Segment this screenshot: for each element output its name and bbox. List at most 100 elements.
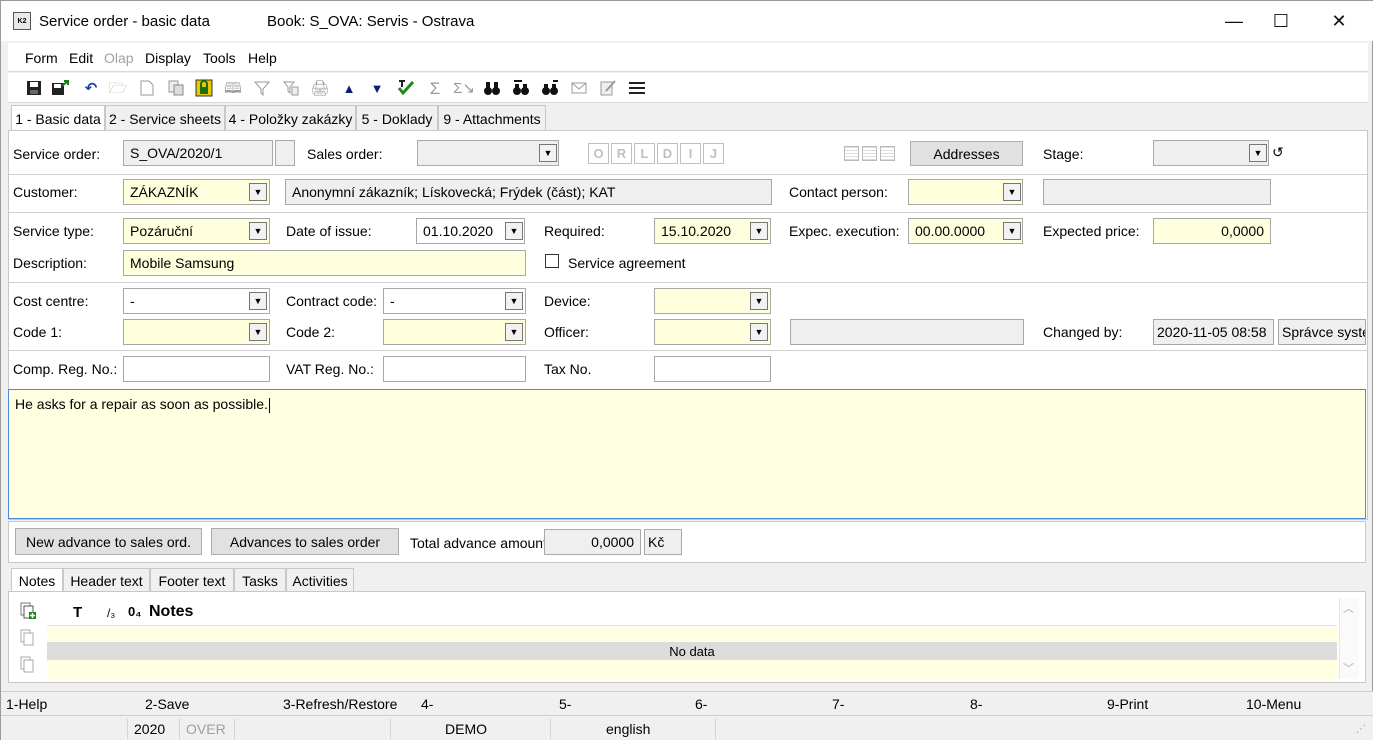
col-notes-header[interactable]: Notes — [149, 603, 193, 621]
code1-label: Code 1: — [13, 324, 63, 340]
history-icon[interactable]: ↺ — [1272, 144, 1284, 161]
tab-header-text[interactable]: Header text — [63, 568, 150, 592]
expec-execution-dropdown[interactable]: ▼ — [1003, 222, 1021, 240]
description-label: Description: — [13, 255, 87, 271]
find-next-icon[interactable] — [511, 78, 531, 98]
code2-dropdown[interactable]: ▼ — [505, 323, 523, 341]
scroll-up-icon[interactable]: ︿ — [1343, 600, 1354, 616]
changed-by-label: Changed by: — [1043, 324, 1123, 340]
save-icon[interactable] — [24, 78, 44, 98]
tab-notes[interactable]: Notes — [11, 568, 63, 593]
status-empty — [235, 719, 391, 739]
sales-order-dropdown[interactable]: ▼ — [539, 144, 557, 162]
fkey-8[interactable]: 8- — [970, 696, 982, 712]
tab-attachments[interactable]: 9 - Attachments — [438, 105, 546, 131]
contract-code-dropdown[interactable]: ▼ — [505, 292, 523, 310]
undo-icon[interactable]: ↶ — [81, 78, 101, 98]
lock-icon[interactable] — [194, 78, 214, 98]
notes-textarea[interactable]: He asks for a repair as soon as possible… — [8, 389, 1366, 519]
fkey-4[interactable]: 4- — [421, 696, 433, 712]
fkey-help[interactable]: 1-Help — [6, 696, 47, 712]
cost-centre-field[interactable]: - — [123, 288, 270, 314]
tab-tasks[interactable]: Tasks — [234, 568, 286, 592]
arrow-down-icon[interactable]: ▼ — [367, 78, 387, 98]
resize-grip-icon[interactable]: ⋰ — [1356, 724, 1366, 735]
sales-order-field[interactable] — [417, 140, 559, 166]
fkey-print[interactable]: 9-Print — [1107, 696, 1148, 712]
add-note-icon[interactable] — [20, 602, 36, 620]
advances-to-sales-order-button[interactable]: Advances to sales order — [211, 528, 399, 555]
date-of-issue-dropdown[interactable]: ▼ — [505, 222, 523, 240]
stage-dropdown[interactable]: ▼ — [1249, 144, 1267, 162]
menu-olap: Olap — [104, 50, 134, 66]
vat-reg-field[interactable] — [383, 356, 526, 382]
fkey-6[interactable]: 6- — [695, 696, 707, 712]
service-type-dropdown[interactable]: ▼ — [249, 222, 267, 240]
menu-tools[interactable]: Tools — [203, 50, 236, 66]
cost-centre-dropdown[interactable]: ▼ — [249, 292, 267, 310]
save-export-icon[interactable] — [50, 78, 70, 98]
service-agreement-checkbox[interactable] — [545, 254, 559, 268]
stage-label: Stage: — [1043, 146, 1084, 162]
maximize-button[interactable]: ☐ — [1258, 1, 1304, 41]
close-button[interactable]: ✕ — [1316, 1, 1362, 41]
address-doc-icon — [880, 146, 895, 161]
tab-footer-text[interactable]: Footer text — [150, 568, 234, 592]
status-empty — [1, 719, 128, 739]
fkey-menu[interactable]: 10-Menu — [1246, 696, 1301, 712]
tab-activities[interactable]: Activities — [286, 568, 354, 592]
status-db: DEMO — [391, 719, 551, 739]
find-replace-icon[interactable] — [540, 78, 560, 98]
customer-dropdown[interactable]: ▼ — [249, 183, 267, 201]
tax-no-label: Tax No. — [544, 361, 592, 377]
device-label: Device: — [544, 293, 591, 309]
device-dropdown[interactable]: ▼ — [750, 292, 768, 310]
filter-doc-icon — [281, 78, 301, 98]
menu-form[interactable]: Form — [25, 50, 58, 66]
required-dropdown[interactable]: ▼ — [750, 222, 768, 240]
new-advance-button[interactable]: New advance to sales ord. — [15, 528, 202, 555]
code1-field[interactable] — [123, 319, 270, 345]
comp-reg-field[interactable] — [123, 356, 270, 382]
tab-doklady[interactable]: 5 - Doklady — [356, 105, 438, 131]
total-advance-value: 0,0000 — [544, 529, 641, 555]
divider — [9, 282, 1367, 283]
fkey-refresh[interactable]: 3-Refresh/Restore — [283, 696, 397, 712]
scroll-down-icon[interactable]: ﹀ — [1343, 660, 1354, 676]
tab-service-sheets[interactable]: 2 - Service sheets — [105, 105, 225, 131]
arrow-up-icon[interactable]: ▲ — [339, 78, 359, 98]
copy-icon — [166, 78, 186, 98]
fkey-5[interactable]: 5- — [559, 696, 571, 712]
menu-help[interactable]: Help — [248, 50, 277, 66]
tab-polozky-zakazky[interactable]: 4 - Položky zakázky — [225, 105, 356, 131]
service-order-extra[interactable] — [275, 140, 295, 166]
tax-no-field[interactable] — [654, 356, 771, 382]
addresses-button[interactable]: Addresses — [910, 141, 1023, 166]
tab-basic-data[interactable]: 1 - Basic data — [11, 105, 105, 132]
fkey-7[interactable]: 7- — [832, 696, 844, 712]
filter-icon — [252, 78, 272, 98]
contact-person-dropdown[interactable]: ▼ — [1003, 183, 1021, 201]
no-data-row: No data — [47, 642, 1337, 660]
col-slash-header[interactable]: /₃ — [107, 606, 115, 620]
officer-dropdown[interactable]: ▼ — [750, 323, 768, 341]
code1-dropdown[interactable]: ▼ — [249, 323, 267, 341]
app-icon: K2 — [13, 12, 31, 30]
binoculars-icon[interactable] — [482, 78, 502, 98]
expected-price-field[interactable]: 0,0000 — [1153, 218, 1271, 244]
minimize-button[interactable]: — — [1211, 1, 1257, 41]
menu-display[interactable]: Display — [145, 50, 191, 66]
date-of-issue-label: Date of issue: — [286, 223, 372, 239]
menu-edit[interactable]: Edit — [69, 50, 93, 66]
col-zero-header[interactable]: 0₄ — [128, 604, 141, 619]
service-order-field[interactable]: S_OVA/2020/1 — [123, 140, 273, 166]
officer-label: Officer: — [544, 324, 589, 340]
col-t-header[interactable]: T — [73, 604, 82, 621]
required-label: Required: — [544, 223, 605, 239]
fkey-save[interactable]: 2-Save — [145, 696, 189, 712]
select-icon[interactable] — [396, 78, 416, 98]
service-type-field[interactable]: Pozáruční — [123, 218, 270, 244]
description-field[interactable]: Mobile Samsung — [123, 250, 526, 276]
menu-icon[interactable] — [627, 78, 647, 98]
customer-field[interactable]: ZÁKAZNÍK — [123, 179, 270, 205]
